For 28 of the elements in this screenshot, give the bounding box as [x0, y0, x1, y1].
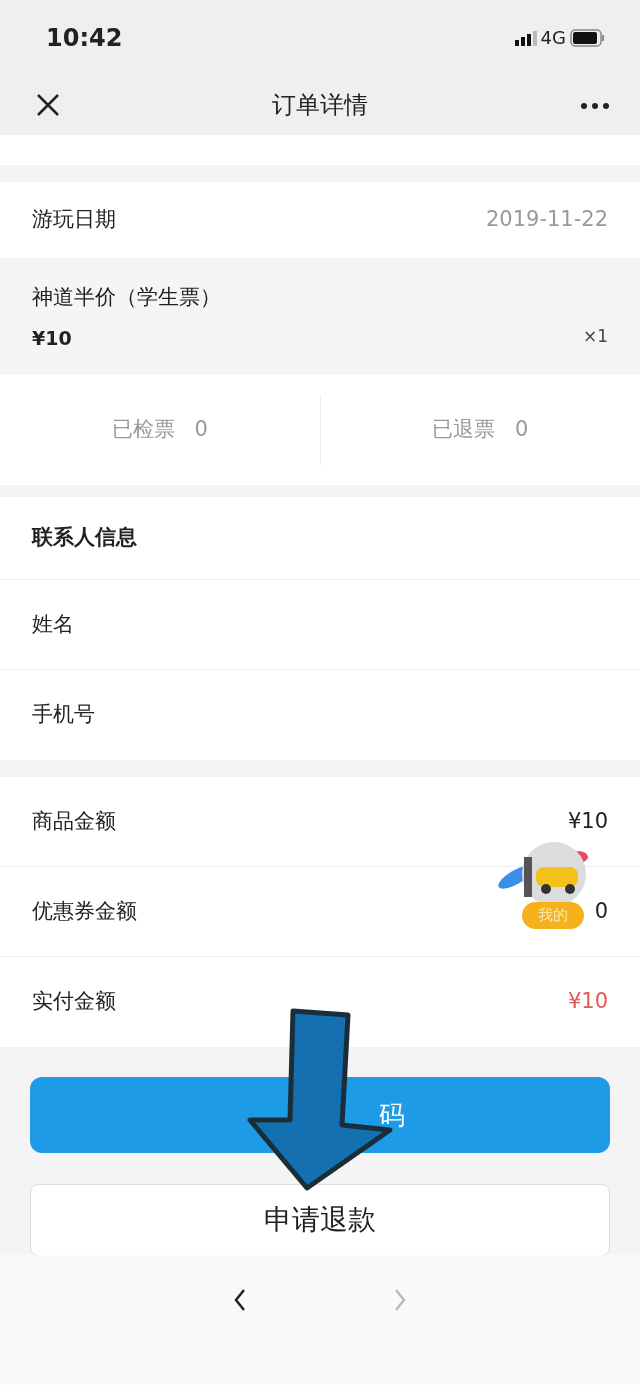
ticket-name: 神道半价（学生票） [32, 284, 222, 311]
ticket-quantity: ×1 [582, 324, 608, 348]
field-label: 姓名 [32, 610, 74, 638]
count-value: 0 [515, 416, 529, 444]
field-label: 游玩日期 [32, 206, 116, 234]
page-title: 订单详情 [272, 90, 368, 121]
amount-label: 优惠券金额 [32, 897, 137, 925]
count-label: 已检票 [111, 416, 175, 444]
close-button[interactable] [36, 92, 60, 118]
section-heading: 联系人信息 [32, 524, 137, 552]
floating-badge[interactable]: 我的 [522, 902, 584, 929]
ticket-price: ¥10 [32, 325, 72, 351]
network-label: 4G [540, 26, 566, 50]
field-label: 手机号 [32, 701, 95, 729]
count-label: 已退票 [432, 416, 496, 444]
amount-value: ¥10 [567, 807, 608, 835]
amount-label: 实付金额 [32, 988, 116, 1016]
close-icon [36, 93, 60, 118]
signal-icon [514, 29, 537, 46]
refund-button[interactable]: 申请退款 [30, 1184, 610, 1256]
count-value: 0 [194, 416, 208, 444]
battery-icon [570, 28, 604, 47]
more-icon [580, 101, 610, 110]
amount-value: ¥10 [567, 988, 608, 1016]
status-time: 10:42 [46, 22, 123, 54]
amount-value: 0 [594, 897, 608, 925]
field-value: 2019-11-22 [485, 206, 608, 234]
amount-label: 商品金额 [32, 807, 116, 835]
